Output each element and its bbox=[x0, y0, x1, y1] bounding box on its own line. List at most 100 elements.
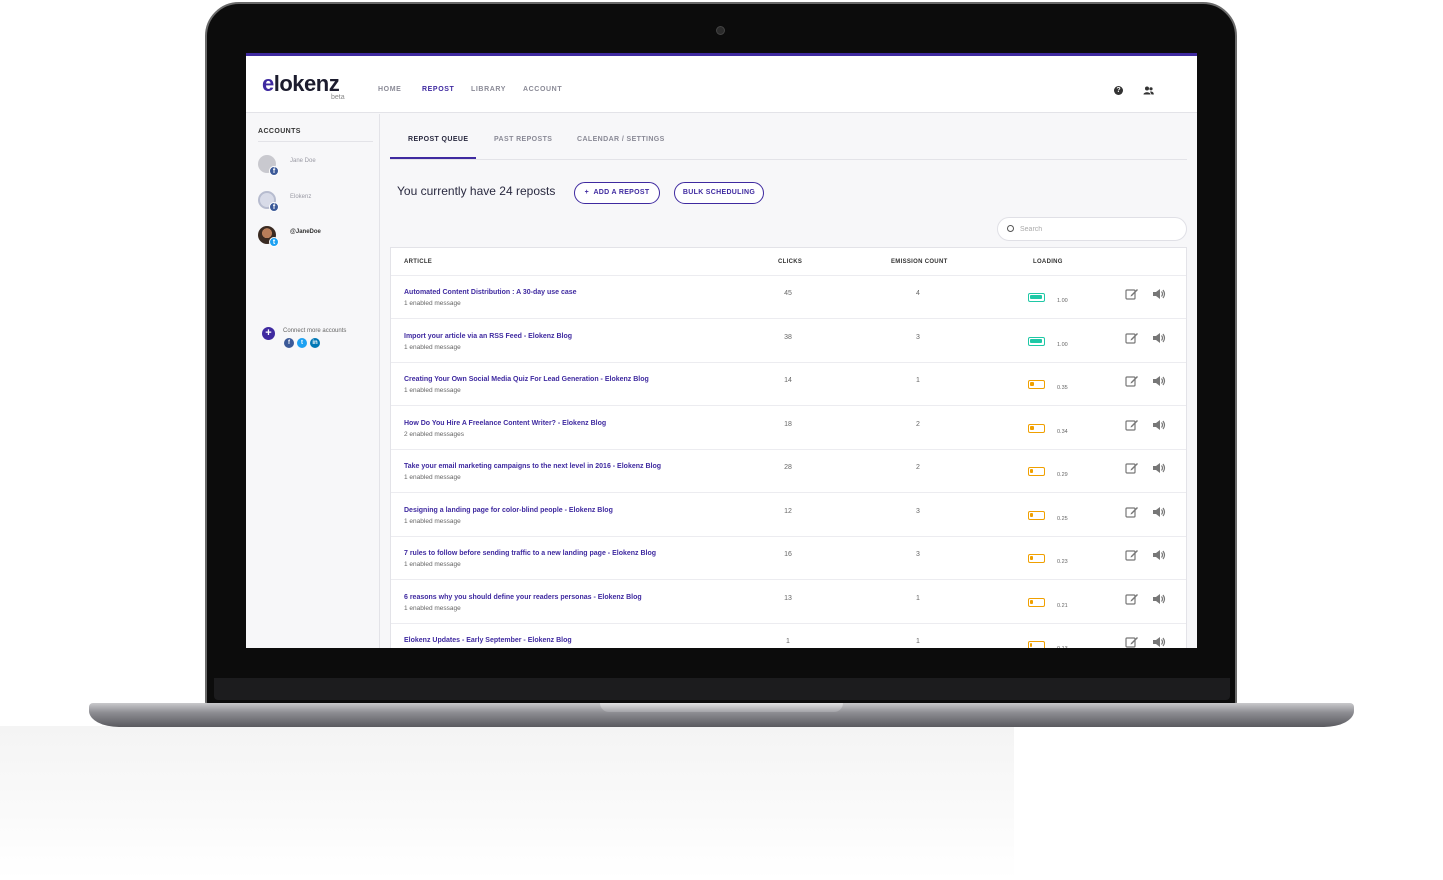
edit-icon[interactable] bbox=[1125, 374, 1139, 388]
edit-icon[interactable] bbox=[1125, 287, 1139, 301]
users-icon[interactable] bbox=[1143, 86, 1154, 95]
table-row[interactable]: Designing a landing page for color-blind… bbox=[391, 494, 1186, 537]
article-link[interactable]: Take your email marketing campaigns to t… bbox=[404, 463, 661, 470]
battery-icon bbox=[1028, 423, 1045, 433]
battery-icon bbox=[1028, 467, 1045, 476]
battery-level bbox=[1030, 425, 1034, 430]
battery-level bbox=[1030, 556, 1033, 560]
tab-repost-queue[interactable]: REPOST QUEUE bbox=[408, 136, 468, 143]
table-row[interactable]: 7 rules to follow before sending traffic… bbox=[391, 537, 1186, 580]
tabs-divider bbox=[390, 159, 1187, 160]
sound-icon[interactable] bbox=[1152, 287, 1166, 301]
repost-count: You currently have 24 reposts bbox=[397, 184, 556, 198]
article-link[interactable]: Elokenz Updates - Early September - Elok… bbox=[404, 637, 572, 644]
enabled-messages: 1 enabled message bbox=[404, 300, 461, 307]
edit-icon[interactable] bbox=[1125, 635, 1139, 648]
battery-level bbox=[1030, 338, 1042, 343]
beta-label: beta bbox=[331, 94, 345, 101]
account-item[interactable]: t @JaneDoe bbox=[258, 226, 376, 248]
search-input[interactable] bbox=[1020, 223, 1170, 236]
table-row[interactable]: Take your email marketing campaigns to t… bbox=[391, 450, 1186, 493]
account-item[interactable]: f Jane Doe bbox=[258, 155, 376, 177]
column-header-clicks[interactable]: CLICKS bbox=[778, 259, 802, 265]
battery-level bbox=[1030, 512, 1033, 517]
battery-level bbox=[1030, 382, 1034, 386]
logo[interactable]: elokenz bbox=[262, 71, 340, 97]
repost-table: ARTICLE CLICKS EMISSION COUNT LOADING Au… bbox=[390, 247, 1187, 648]
edit-icon[interactable] bbox=[1125, 418, 1139, 432]
table-row[interactable]: Creating Your Own Social Media Quiz For … bbox=[391, 363, 1186, 406]
loading-value: 0.23 bbox=[1057, 559, 1068, 565]
edit-icon[interactable] bbox=[1125, 331, 1139, 345]
edit-icon[interactable] bbox=[1125, 548, 1139, 562]
tab-calendar-settings[interactable]: CALENDAR / SETTINGS bbox=[577, 136, 665, 143]
enabled-messages: 1 enabled message bbox=[404, 387, 461, 394]
connect-more-accounts[interactable]: + Connect more accounts f t in bbox=[262, 327, 380, 351]
tab-past-reposts[interactable]: PAST REPOSTS bbox=[494, 136, 552, 143]
app-screen: elokenz beta HOME REPOST LIBRARY ACCOUNT… bbox=[246, 53, 1197, 648]
table-row[interactable]: 6 reasons why you should define your rea… bbox=[391, 581, 1186, 624]
laptop-chin bbox=[214, 678, 1230, 700]
article-link[interactable]: Designing a landing page for color-blind… bbox=[404, 507, 613, 514]
account-item[interactable]: f Elokenz bbox=[258, 191, 376, 213]
edit-icon[interactable] bbox=[1125, 505, 1139, 519]
article-link[interactable]: Import your article via an RSS Feed - El… bbox=[404, 333, 572, 340]
plus-icon: + bbox=[584, 189, 589, 196]
facebook-icon[interactable]: f bbox=[284, 338, 294, 348]
article-link[interactable]: 7 rules to follow before sending traffic… bbox=[404, 550, 656, 557]
help-icon[interactable]: ? bbox=[1114, 86, 1123, 95]
nav-library[interactable]: LIBRARY bbox=[471, 86, 506, 93]
battery-icon bbox=[1028, 336, 1045, 346]
linkedin-icon[interactable]: in bbox=[310, 338, 320, 348]
nav-repost[interactable]: REPOST bbox=[422, 86, 454, 93]
twitter-icon[interactable]: t bbox=[297, 338, 307, 348]
article-link[interactable]: Creating Your Own Social Media Quiz For … bbox=[404, 376, 649, 383]
article-link[interactable]: How Do You Hire A Freelance Content Writ… bbox=[404, 420, 606, 427]
sound-icon[interactable] bbox=[1152, 374, 1166, 388]
table-row[interactable]: Elokenz Updates - Early September - Elok… bbox=[391, 624, 1186, 648]
clicks-value: 18 bbox=[784, 420, 792, 428]
add-account-icon[interactable]: + bbox=[262, 327, 275, 340]
column-header-emission-count[interactable]: EMISSION COUNT bbox=[891, 259, 948, 265]
battery-level bbox=[1030, 295, 1042, 299]
sound-icon[interactable] bbox=[1152, 592, 1166, 606]
top-bar: elokenz beta HOME REPOST LIBRARY ACCOUNT… bbox=[246, 56, 1197, 113]
edit-icon[interactable] bbox=[1125, 592, 1139, 606]
camera-icon bbox=[716, 26, 725, 35]
search-box[interactable] bbox=[997, 217, 1187, 241]
clicks-value: 16 bbox=[784, 551, 792, 558]
table-row[interactable]: Import your article via an RSS Feed - El… bbox=[391, 320, 1186, 363]
clicks-value: 12 bbox=[784, 507, 792, 515]
nav-account[interactable]: ACCOUNT bbox=[523, 86, 562, 93]
clicks-value: 1 bbox=[786, 638, 790, 645]
sound-icon[interactable] bbox=[1152, 505, 1166, 519]
battery-icon bbox=[1028, 597, 1045, 607]
sound-icon[interactable] bbox=[1152, 461, 1166, 475]
sound-icon[interactable] bbox=[1152, 331, 1166, 345]
add-repost-button[interactable]: + ADD A REPOST bbox=[574, 182, 660, 204]
loading-value: 0.13 bbox=[1057, 646, 1068, 648]
bulk-scheduling-button[interactable]: BULK SCHEDULING bbox=[674, 182, 764, 204]
battery-icon bbox=[1028, 293, 1045, 302]
table-row[interactable]: Automated Content Distribution : A 30-da… bbox=[391, 276, 1186, 319]
loading-value: 0.21 bbox=[1057, 602, 1068, 609]
search-icon bbox=[1007, 225, 1014, 232]
article-link[interactable]: 6 reasons why you should define your rea… bbox=[404, 594, 642, 601]
nav-home[interactable]: HOME bbox=[378, 86, 401, 93]
accounts-title: ACCOUNTS bbox=[258, 128, 301, 135]
table-row[interactable]: How Do You Hire A Freelance Content Writ… bbox=[391, 407, 1186, 450]
enabled-messages: 1 enabled message bbox=[404, 474, 461, 481]
enabled-messages: 1 enabled message bbox=[404, 517, 461, 525]
emission-count-value: 3 bbox=[916, 507, 920, 515]
sound-icon[interactable] bbox=[1152, 418, 1166, 432]
article-link[interactable]: Automated Content Distribution : A 30-da… bbox=[404, 289, 577, 296]
sound-icon[interactable] bbox=[1152, 635, 1166, 648]
emission-count-value: 1 bbox=[916, 638, 920, 645]
column-header-loading[interactable]: LOADING bbox=[1033, 259, 1063, 265]
sound-icon[interactable] bbox=[1152, 548, 1166, 562]
account-name: Jane Doe bbox=[290, 158, 316, 164]
edit-icon[interactable] bbox=[1125, 461, 1139, 475]
loading-value: 0.34 bbox=[1057, 428, 1068, 435]
column-header-article[interactable]: ARTICLE bbox=[404, 259, 432, 265]
floor-shadow bbox=[0, 726, 1014, 880]
